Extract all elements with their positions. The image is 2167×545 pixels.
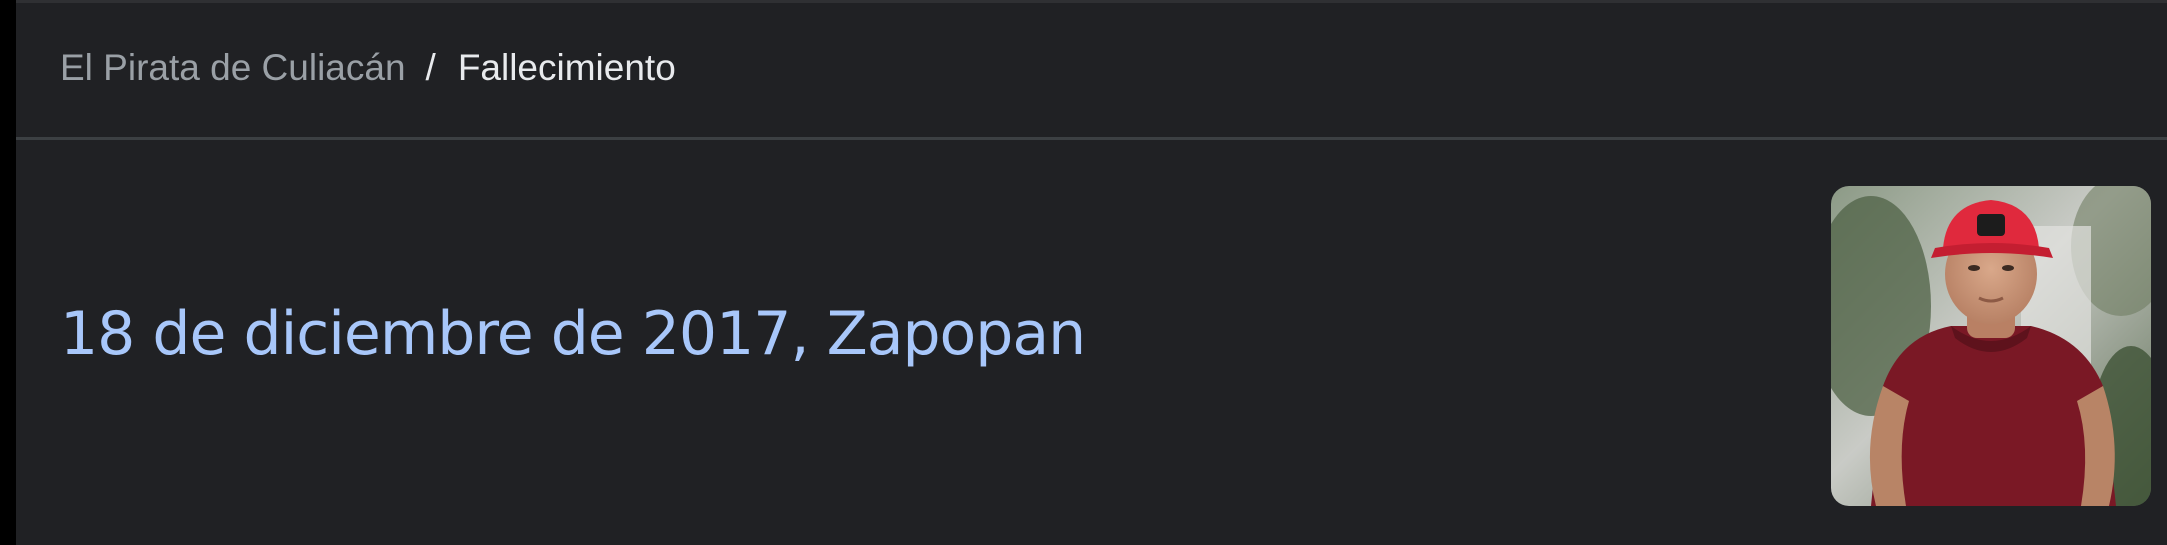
- death-date-place: 18 de diciembre de 2017, Zapopan: [60, 299, 1086, 369]
- breadcrumb-current: Fallecimiento: [457, 47, 676, 88]
- breadcrumb-separator: /: [425, 47, 436, 88]
- knowledge-panel: El Pirata de Culiacán / Fallecimiento 18…: [16, 0, 2167, 545]
- person-photo-image: [1831, 186, 2151, 506]
- breadcrumb-parent-link[interactable]: El Pirata de Culiacán: [60, 47, 406, 89]
- person-photo[interactable]: [1831, 186, 2151, 506]
- breadcrumb: El Pirata de Culiacán / Fallecimiento: [16, 3, 2167, 140]
